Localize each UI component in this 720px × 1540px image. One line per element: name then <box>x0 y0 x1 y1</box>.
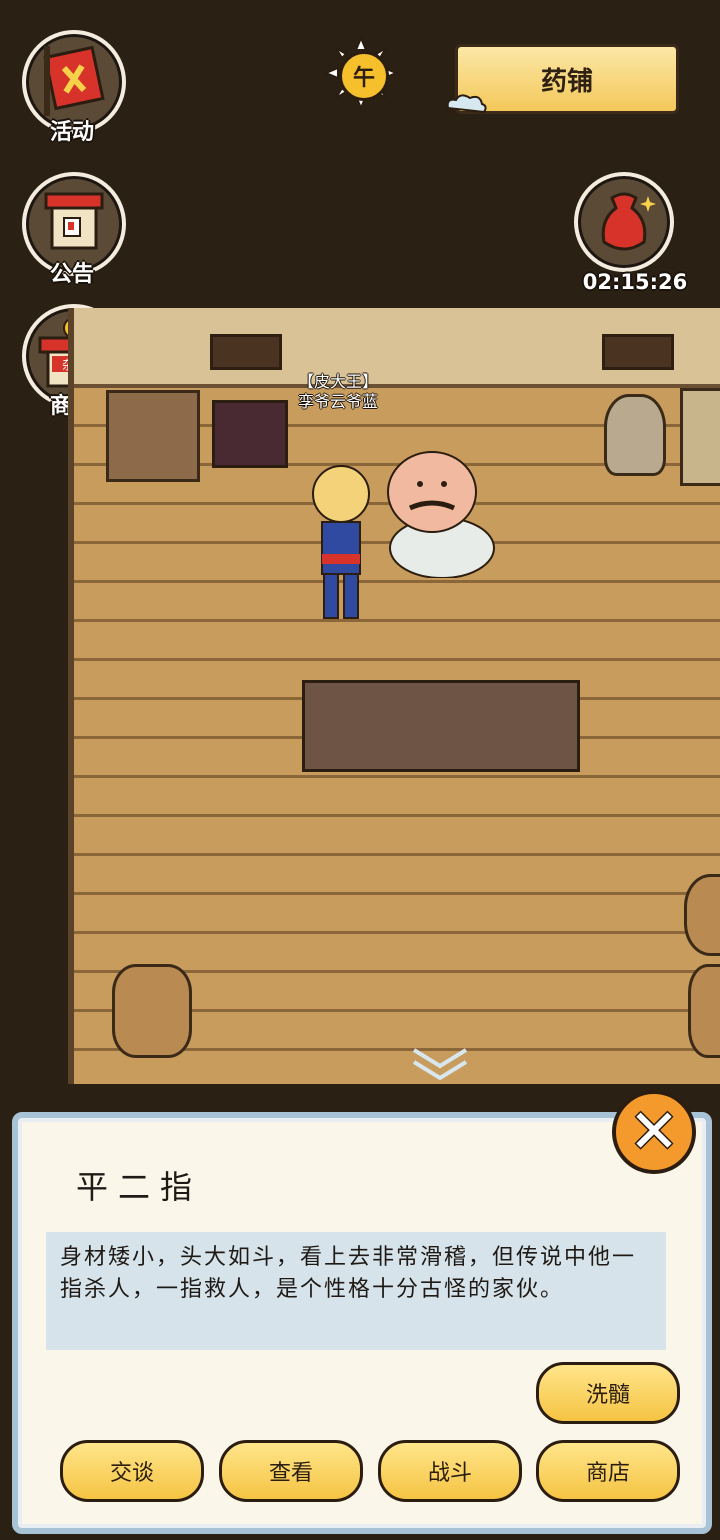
room-wall <box>74 308 720 388</box>
close-icon: ✕ <box>628 1097 680 1167</box>
drawer-cabinet <box>106 390 200 482</box>
npc-title: 【皮大王】 <box>297 372 378 391</box>
notice-button[interactable]: 公告 <box>22 172 126 287</box>
location-title: 药铺 <box>455 44 679 114</box>
activity-button[interactable]: 活动 <box>22 30 126 145</box>
side-cabinet <box>680 388 720 486</box>
reward-timer: 02:15:26 <box>582 270 688 294</box>
shop-button[interactable]: 商店 <box>536 1440 680 1502</box>
talk-button[interactable]: 交谈 <box>60 1440 204 1502</box>
wall-vent <box>210 334 282 370</box>
close-button[interactable]: ✕ <box>612 1090 696 1174</box>
wooden-barrel <box>112 964 192 1058</box>
activity-label: 活动 <box>49 119 94 145</box>
wooden-barrel <box>684 874 720 956</box>
reward-bag-button[interactable] <box>574 172 674 272</box>
chevron-down-icon[interactable] <box>410 1044 470 1080</box>
time-of-day-indicator: 午 <box>324 36 398 110</box>
npc-character[interactable] <box>380 438 502 579</box>
time-of-day-text: 午 <box>339 51 389 101</box>
npc-description: 身材矮小，头大如斗，看上去非常滑稽，但传说中他一指杀人，一指救人，是个性格十分古… <box>46 1232 666 1350</box>
treasure-chest[interactable] <box>212 400 288 468</box>
cloud-decoration-icon <box>446 94 487 114</box>
view-button[interactable]: 查看 <box>219 1440 363 1502</box>
fight-button[interactable]: 战斗 <box>378 1440 522 1502</box>
npc-name: 平二指 <box>76 1168 203 1206</box>
notice-label: 公告 <box>49 261 94 287</box>
shop-counter <box>302 680 580 772</box>
wall-vent <box>602 334 674 370</box>
red-bag-icon <box>601 192 656 251</box>
game-room-scene[interactable] <box>68 308 720 1084</box>
player-character[interactable] <box>308 458 374 628</box>
npc-nameplate-name: 孪爷云爷蓝 <box>297 392 378 411</box>
grain-sack <box>604 394 666 476</box>
wooden-barrel <box>688 964 720 1058</box>
npc-nameplate: 【皮大王】 孪爷云爷蓝 <box>282 372 394 412</box>
xisui-button[interactable]: 洗髓 <box>536 1362 680 1424</box>
npc-dialog-panel: 平二指 身材矮小，头大如斗，看上去非常滑稽，但传说中他一指杀人，一指救人，是个性… <box>12 1112 712 1534</box>
